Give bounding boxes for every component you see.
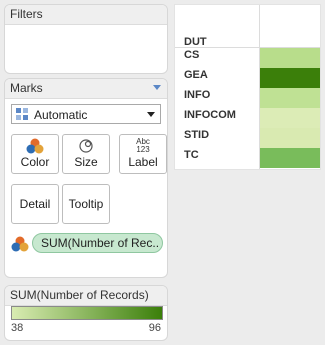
- row-label-gea[interactable]: GEA: [184, 65, 208, 85]
- legend-max-value: 96: [148, 322, 161, 334]
- heatmap-cell-tc[interactable]: [260, 148, 320, 168]
- heatmap-view: DUT CS GEA INFO INFOCOM STID TC: [174, 4, 321, 170]
- color-field-icon: [11, 236, 29, 252]
- label-button-label: Label: [128, 155, 158, 169]
- heatmap-cell-infocom[interactable]: [260, 108, 320, 128]
- label-button[interactable]: Abc 123 Label: [119, 134, 167, 174]
- tooltip-button[interactable]: Tooltip: [62, 184, 110, 224]
- color-icon: [26, 138, 44, 154]
- row-label-info[interactable]: INFO: [184, 85, 210, 105]
- marks-panel: Marks Automatic Color Size Abc 123 Label…: [4, 78, 168, 278]
- label-abc-icon: Abc 123: [136, 137, 150, 154]
- automatic-mark-icon: [16, 108, 28, 120]
- marks-menu-arrow-icon[interactable]: [153, 85, 161, 90]
- color-field-pill[interactable]: SUM(Number of Rec..: [32, 233, 163, 253]
- filters-panel[interactable]: Filters: [4, 4, 168, 74]
- detail-button[interactable]: Detail: [11, 184, 59, 224]
- mark-type-value: Automatic: [34, 108, 88, 122]
- heatmap-cell-info[interactable]: [260, 88, 320, 108]
- detail-button-label: Detail: [19, 197, 51, 211]
- row-label-stid[interactable]: STID: [184, 125, 209, 145]
- marks-title: Marks: [5, 79, 167, 99]
- color-button-label: Color: [20, 155, 50, 169]
- mark-type-dropdown[interactable]: Automatic: [11, 104, 161, 124]
- tooltip-button-label: Tooltip: [68, 197, 104, 211]
- size-button-label: Size: [74, 155, 98, 169]
- chevron-down-icon: [147, 112, 155, 117]
- filters-title: Filters: [5, 5, 167, 25]
- heatmap-cell-cs[interactable]: [260, 48, 320, 68]
- row-label-cs[interactable]: CS: [184, 45, 199, 65]
- color-legend-panel: SUM(Number of Records) 38 96: [4, 285, 168, 341]
- row-label-tc[interactable]: TC: [184, 145, 199, 165]
- row-label-infocom[interactable]: INFOCOM: [184, 105, 236, 125]
- size-button[interactable]: Size: [62, 134, 110, 174]
- heatmap-cell-gea[interactable]: [260, 68, 320, 88]
- color-button[interactable]: Color: [11, 134, 59, 174]
- size-icon: [79, 139, 93, 153]
- legend-title: SUM(Number of Records): [5, 286, 167, 306]
- heatmap-cell-stid[interactable]: [260, 128, 320, 148]
- legend-gradient-bar: [11, 306, 163, 320]
- legend-min-value: 38: [11, 322, 24, 334]
